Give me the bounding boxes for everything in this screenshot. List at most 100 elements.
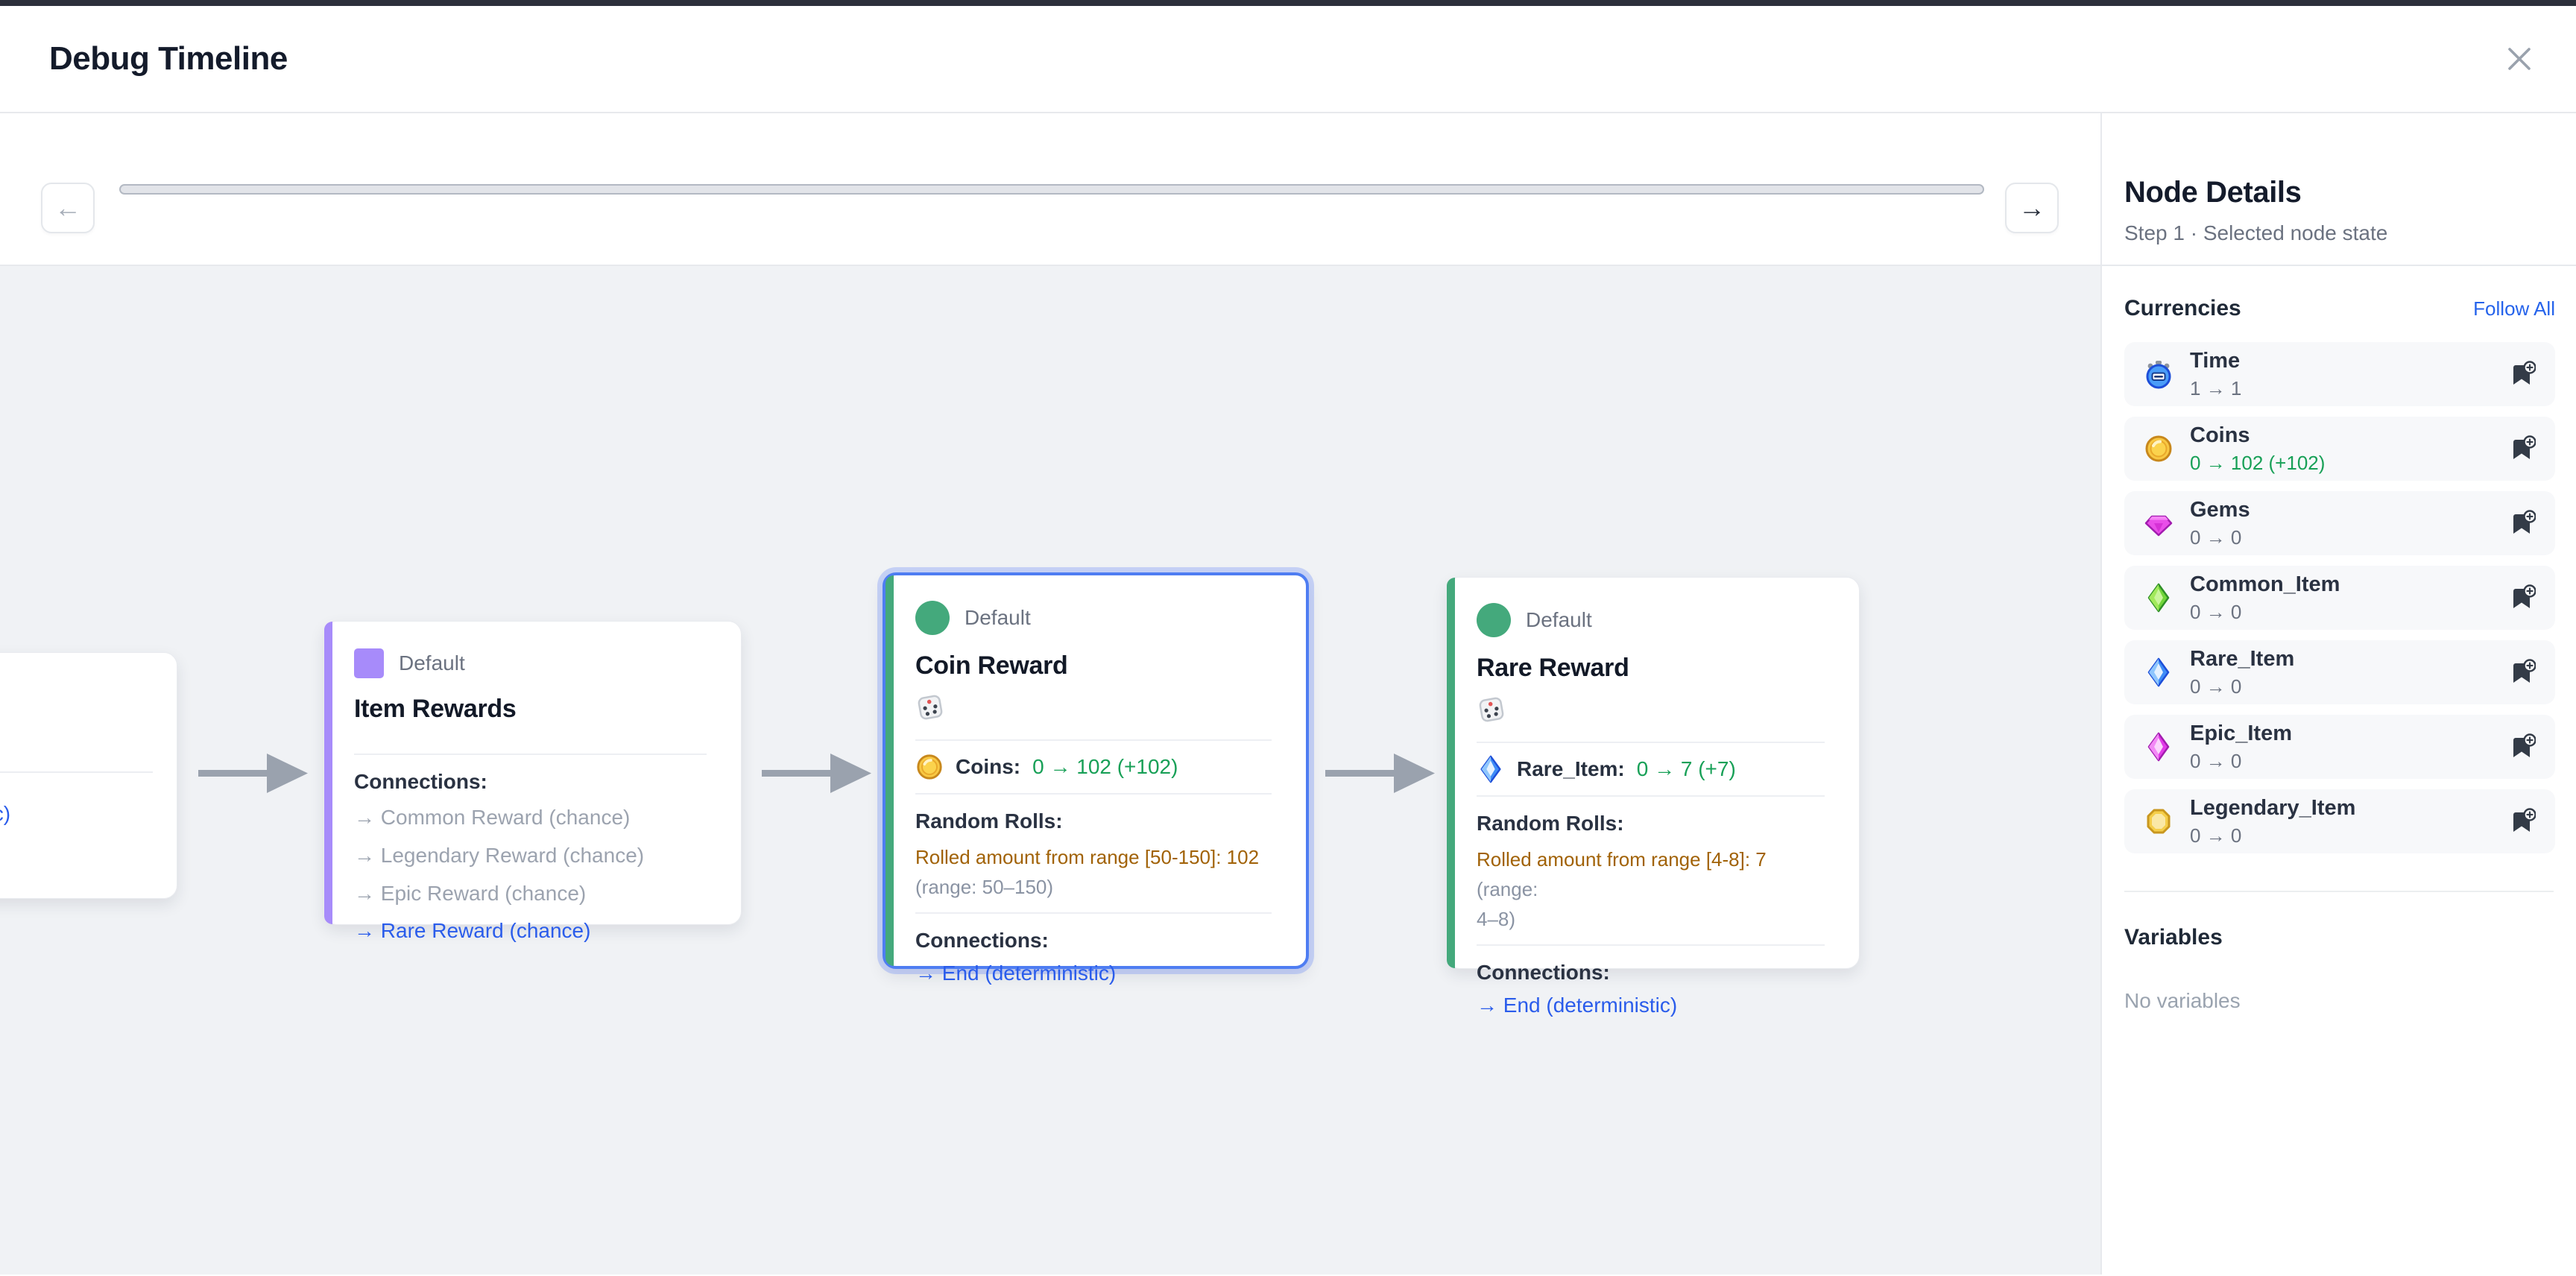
currency-row: Epic_Item 0 → 0 [2124,715,2555,779]
currency-name: Common_Item [2190,572,2507,598]
roll-range-text: (range: 50–150) [915,876,1053,898]
bookmark-plus-icon [2509,361,2536,388]
currency-value: 0 → 102 (+102) [1032,755,1178,779]
node-type-badge [915,601,950,635]
blue-diamond-icon [1477,755,1505,783]
currency-row: Rare_Item 0 → 0 [2124,640,2555,704]
step-slider-track[interactable] [119,184,1984,195]
random-rolls-heading: Random Rolls: [915,809,1276,833]
connection-link[interactable]: nistic) [0,802,10,826]
card-divider [0,771,153,773]
follow-currency-button[interactable] [2507,508,2537,538]
roll-result-text: Rolled amount from range [4-8]: 7 [1477,848,1767,871]
dialog-header: Debug Timeline [0,6,2576,113]
currency-list: Time 1 → 1 Coins0 → 102 (+102) Gems 0 → 0 Com… [2124,342,2555,853]
node-card-coin-reward-selected[interactable]: Default Coin Reward Coins: 0 → 102 (+102… [883,572,1309,969]
sidebar-title: Node Details [2124,176,2554,209]
connection-item[interactable]: → Common Reward (chance) [354,803,711,832]
flow-arrow-icon [198,751,310,795]
left-arrow-icon: ← [54,195,81,221]
previous-step-button[interactable]: ← [41,183,95,233]
bookmark-plus-icon [2509,584,2536,611]
close-button[interactable] [2498,38,2540,80]
stopwatch-icon [2142,359,2175,389]
gold-gem-icon [2142,806,2175,836]
follow-currency-button[interactable] [2507,657,2537,687]
currency-row: Time 1 → 1 [2124,342,2555,406]
green-diamond-icon [2142,583,2175,613]
next-step-button[interactable]: → [2005,183,2059,233]
follow-currency-button[interactable] [2507,359,2537,389]
follow-all-link[interactable]: Follow All [2473,297,2555,320]
bookmark-plus-icon [2509,510,2536,537]
variables-heading: Variables [2124,925,2555,950]
dice-icon [1477,695,1829,728]
node-title: Coin Reward [915,651,1276,680]
node-accent-bar [324,622,332,924]
currency-value: 0 → 0 [2190,526,2507,549]
magenta-diamond-icon [2142,732,2175,762]
bookmark-plus-icon [2509,733,2536,760]
currency-name: Legendary_Item [2190,795,2507,821]
card-divider [1477,742,1825,743]
node-graph-canvas[interactable]: nistic) Default Item Rewards Connections… [0,266,2100,1275]
flow-arrow-icon [1325,751,1437,795]
card-divider [354,754,707,755]
card-divider [915,912,1272,914]
currency-name: Coins [2190,423,2507,449]
node-badge-label: Default [399,651,465,675]
right-arrow-icon: → [2018,195,2045,221]
currency-row: Legendary_Item 0 → 0 [2124,789,2555,853]
currency-value: 0 → 0 [2190,750,2507,773]
currency-name: Gems [2190,497,2507,523]
bookmark-plus-icon [2509,659,2536,686]
sidebar-subtitle: Step 1 · Selected node state [2124,221,2554,245]
follow-currency-button[interactable] [2507,583,2537,613]
roll-range-text: (range: [1477,878,1538,900]
dice-icon [915,692,1276,726]
coin-icon [2142,434,2175,464]
connection-item-active[interactable]: → Rare Reward (chance) [354,917,711,945]
bookmark-plus-icon [2509,808,2536,835]
window-top-bar [0,0,2576,6]
node-title: Item Rewards [354,695,711,724]
currency-value: 0 → 0 [2190,675,2507,698]
roll-result-text: Rolled amount from range [50-150]: 102 [915,846,1259,868]
currency-value: 0 → 0 [2190,601,2507,624]
currencies-heading: Currencies [2124,296,2241,321]
page-title: Debug Timeline [49,40,288,78]
node-details-panel: Node Details Step 1 · Selected node stat… [2100,113,2576,1275]
currency-value: 0 → 0 [2190,824,2507,847]
connection-item[interactable]: → Epic Reward (chance) [354,879,711,908]
timeline-toolbar: ← → Step 1 Step 1 / 100 Step 100 [0,113,2100,266]
variables-empty-text: No variables [2124,989,2555,1013]
follow-currency-button[interactable] [2507,806,2537,836]
card-divider [915,793,1272,795]
bookmark-plus-icon [2509,435,2536,462]
connections-heading: Connections: [915,929,1276,953]
node-accent-bar [886,575,894,966]
follow-currency-button[interactable] [2507,732,2537,762]
card-divider [1477,944,1825,946]
currency-row: Coins0 → 102 (+102) [2124,417,2555,481]
random-rolls-heading: Random Rolls: [1477,812,1829,836]
currency-name: Epic_Item [2190,721,2507,747]
sidebar-divider [2124,891,2554,892]
node-card-partial[interactable]: nistic) [0,652,177,899]
connection-item[interactable]: → Legendary Reward (chance) [354,841,711,870]
node-accent-bar [1447,578,1455,968]
flow-arrow-icon [762,751,874,795]
currency-value: 1 → 1 [2190,377,2507,400]
connection-item-end[interactable]: → End (deterministic) [915,961,1276,985]
currency-label: Coins: [956,755,1020,779]
blue-diamond-icon [2142,657,2175,687]
connections-heading: Connections: [354,770,711,794]
currency-row: Gems 0 → 0 [2124,491,2555,555]
currency-name: Rare_Item [2190,646,2507,672]
node-card-item-rewards[interactable]: Default Item Rewards Connections: → Comm… [323,621,742,925]
node-card-rare-reward[interactable]: Default Rare Reward Rare_Item: 0 → 7 (+7… [1446,577,1860,969]
connection-item-end[interactable]: → End (deterministic) [1477,994,1829,1017]
follow-currency-button[interactable] [2507,434,2537,464]
currency-name: Time [2190,348,2507,374]
card-divider [915,739,1272,741]
